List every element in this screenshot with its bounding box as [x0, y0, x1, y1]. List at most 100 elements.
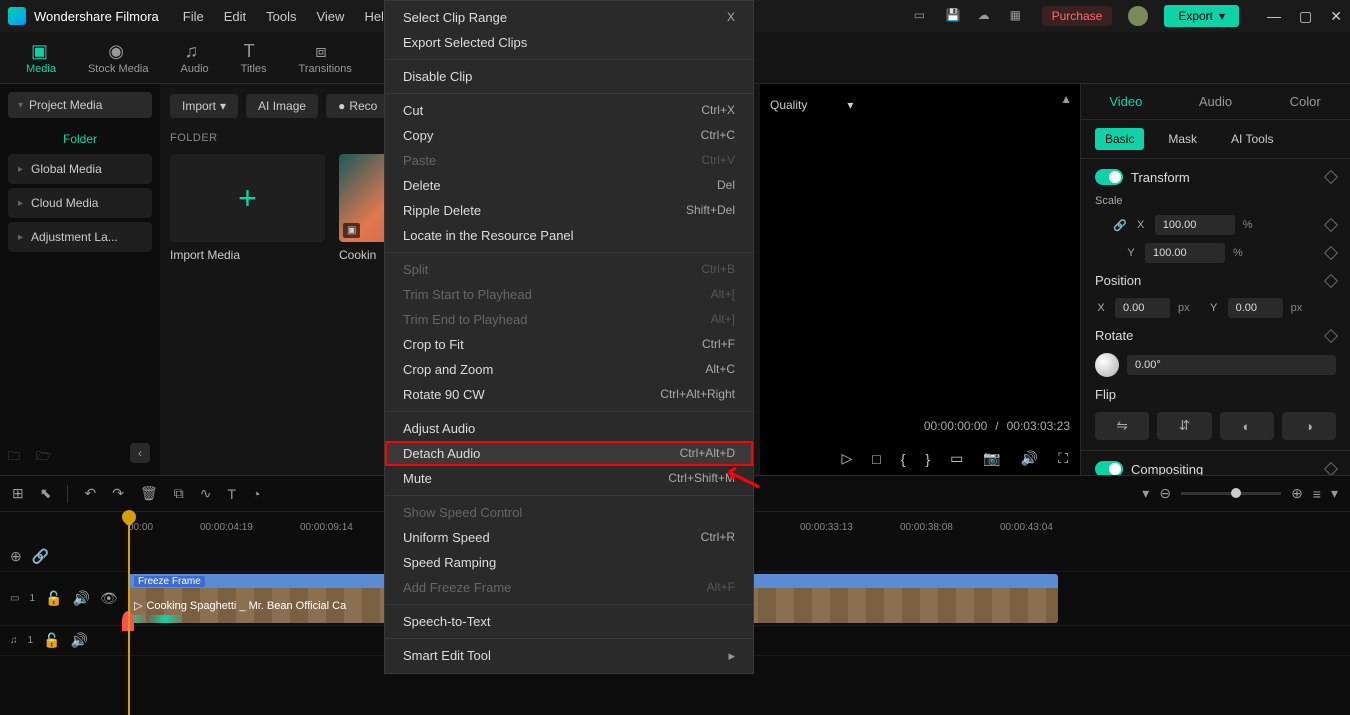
ctx-item-select-clip-range[interactable]: Select Clip RangeX	[385, 5, 753, 30]
ctx-item-detach-audio[interactable]: Detach AudioCtrl+Alt+D	[385, 441, 753, 466]
pos-x-input[interactable]	[1115, 298, 1170, 318]
flip-4-button[interactable]: ◑	[1282, 412, 1336, 440]
menu-view[interactable]: View	[316, 9, 344, 24]
subtab-basic[interactable]: Basic	[1095, 128, 1144, 150]
link-xy-icon[interactable]: 🔗	[1113, 219, 1127, 232]
ctx-item-uniform-speed[interactable]: Uniform SpeedCtrl+R	[385, 525, 753, 550]
ctx-item-speech-to-text[interactable]: Speech-to-Text	[385, 609, 753, 634]
ctx-item-disable-clip[interactable]: Disable Clip	[385, 64, 753, 89]
grid-icon[interactable]: ▦	[1010, 8, 1026, 24]
tl-speed-icon[interactable]: ◔	[252, 486, 260, 502]
tab-audio[interactable]: ♫ Audio	[165, 41, 225, 75]
ai-image-button[interactable]: AI Image	[246, 94, 318, 118]
ctx-item-delete[interactable]: DeleteDel	[385, 173, 753, 198]
sidebar-item-adjustment[interactable]: ▸Adjustment La...	[8, 222, 152, 252]
tl-crop-icon[interactable]: ⧉	[174, 485, 184, 502]
ctx-item-locate-in-the-resource-panel[interactable]: Locate in the Resource Panel	[385, 223, 753, 248]
menu-edit[interactable]: Edit	[224, 9, 246, 24]
compositing-keyframe-icon[interactable]	[1324, 462, 1338, 475]
playhead[interactable]	[128, 512, 130, 715]
audio-track-lock-icon[interactable]: 🔓	[43, 632, 60, 649]
rotate-input[interactable]	[1127, 355, 1336, 375]
zoom-in-icon[interactable]: ⊕	[1291, 485, 1303, 502]
zoom-slider[interactable]	[1181, 492, 1281, 495]
scale-x-keyframe-icon[interactable]	[1324, 218, 1338, 232]
scale-y-keyframe-icon[interactable]	[1324, 246, 1338, 260]
ctx-item-copy[interactable]: CopyCtrl+C	[385, 123, 753, 148]
audio-track-mute-icon[interactable]: 🔊	[71, 632, 88, 649]
tl-delete-icon[interactable]: 🗑	[140, 485, 158, 502]
props-tab-color[interactable]: Color	[1260, 84, 1350, 119]
transform-toggle[interactable]	[1095, 169, 1123, 185]
tab-titles[interactable]: T Titles	[225, 41, 283, 75]
import-media-tile[interactable]: + Import Media	[170, 154, 325, 262]
track-add-icon[interactable]: ⊕	[10, 548, 22, 565]
flip-3-button[interactable]: ◐	[1220, 412, 1274, 440]
cloud-icon[interactable]: ☁	[978, 8, 994, 24]
add-folder-icon[interactable]: 🗀	[8, 447, 26, 465]
tl-select-icon[interactable]: ⬉	[40, 485, 52, 502]
rotate-keyframe-icon[interactable]	[1324, 328, 1338, 342]
save-icon[interactable]: 💾	[946, 8, 962, 24]
purchase-button[interactable]: Purchase	[1042, 6, 1113, 26]
flip-v-button[interactable]: ⇵	[1157, 412, 1211, 440]
scale-x-input[interactable]	[1155, 215, 1235, 235]
display-icon[interactable]: ▭	[914, 8, 930, 24]
menu-file[interactable]: File	[183, 9, 204, 24]
zoom-out-icon[interactable]: ⊖	[1159, 485, 1171, 502]
ctx-item-export-selected-clips[interactable]: Export Selected Clips	[385, 30, 753, 55]
tl-text-icon[interactable]: T	[227, 486, 236, 502]
props-tab-video[interactable]: Video	[1081, 84, 1171, 119]
mark-out-icon[interactable]: }	[925, 451, 930, 467]
tl-audio-icon[interactable]: ∿	[200, 485, 212, 502]
maximize-icon[interactable]: ▢	[1299, 8, 1312, 25]
tl-marker-icon[interactable]: ▾	[1142, 485, 1149, 502]
ctx-item-rotate-cw[interactable]: Rotate 90 CWCtrl+Alt+Right	[385, 382, 753, 407]
tl-redo-icon[interactable]: ↷	[112, 485, 124, 502]
stop-icon[interactable]: □	[872, 451, 880, 467]
scale-y-input[interactable]	[1145, 243, 1225, 263]
subtab-mask[interactable]: Mask	[1158, 128, 1207, 150]
user-avatar[interactable]	[1128, 6, 1148, 26]
tl-more-icon[interactable]: ▾	[1331, 485, 1338, 502]
position-keyframe-icon[interactable]	[1324, 273, 1338, 287]
ctx-item-ripple-delete[interactable]: Ripple DeleteShift+Del	[385, 198, 753, 223]
folder-tab[interactable]: Folder	[8, 124, 152, 154]
ctx-item-adjust-audio[interactable]: Adjust Audio	[385, 416, 753, 441]
project-media-dropdown[interactable]: ▾ Project Media	[8, 92, 152, 118]
sidebar-item-cloud[interactable]: ▸Cloud Media	[8, 188, 152, 218]
export-button[interactable]: Export▾	[1164, 5, 1239, 27]
track-lock-icon[interactable]: 🔓	[45, 590, 62, 607]
ctx-item-crop-and-zoom[interactable]: Crop and ZoomAlt+C	[385, 357, 753, 382]
track-visibility-icon[interactable]: 👁	[100, 590, 118, 607]
track-link-icon[interactable]: 🔗	[32, 548, 49, 565]
tab-stock-media[interactable]: ◉ Stock Media	[72, 41, 165, 75]
menu-tools[interactable]: Tools	[266, 9, 296, 24]
new-folder-icon[interactable]: 🗁	[36, 447, 54, 465]
transform-keyframe-icon[interactable]	[1324, 170, 1338, 184]
compositing-toggle[interactable]	[1095, 461, 1123, 475]
ctx-item-speed-ramping[interactable]: Speed Ramping	[385, 550, 753, 575]
volume-icon[interactable]: 🔊	[1021, 450, 1038, 467]
import-button[interactable]: Import ▾	[170, 94, 238, 118]
ctx-item-mute[interactable]: MuteCtrl+Shift+M	[385, 466, 753, 491]
pos-y-input[interactable]	[1228, 298, 1283, 318]
close-icon[interactable]: ✕	[1330, 8, 1342, 25]
rotate-knob[interactable]	[1095, 353, 1119, 377]
tl-list-icon[interactable]: ≡	[1313, 486, 1321, 502]
minimize-icon[interactable]: —	[1267, 8, 1281, 25]
ctx-item-crop-to-fit[interactable]: Crop to FitCtrl+F	[385, 332, 753, 357]
quality-dropdown[interactable]: Quality▾	[760, 92, 863, 118]
camera-icon[interactable]: 📷	[983, 450, 1000, 467]
fullscreen-icon[interactable]: ⛶	[1058, 450, 1068, 467]
tab-media[interactable]: ▣ Media	[10, 41, 72, 75]
track-mute-icon[interactable]: 🔊	[72, 590, 89, 607]
mark-in-icon[interactable]: {	[901, 451, 906, 467]
tl-undo-icon[interactable]: ↶	[84, 485, 96, 502]
ctx-item-cut[interactable]: CutCtrl+X	[385, 98, 753, 123]
preview-screen-icon[interactable]: ▭	[950, 450, 963, 467]
subtab-aitools[interactable]: AI Tools	[1221, 128, 1283, 150]
tl-organize-icon[interactable]: ⊞	[12, 485, 24, 502]
tab-transitions[interactable]: ⧈ Transitions	[283, 41, 368, 75]
collapse-sidebar-icon[interactable]: ‹	[130, 443, 150, 463]
